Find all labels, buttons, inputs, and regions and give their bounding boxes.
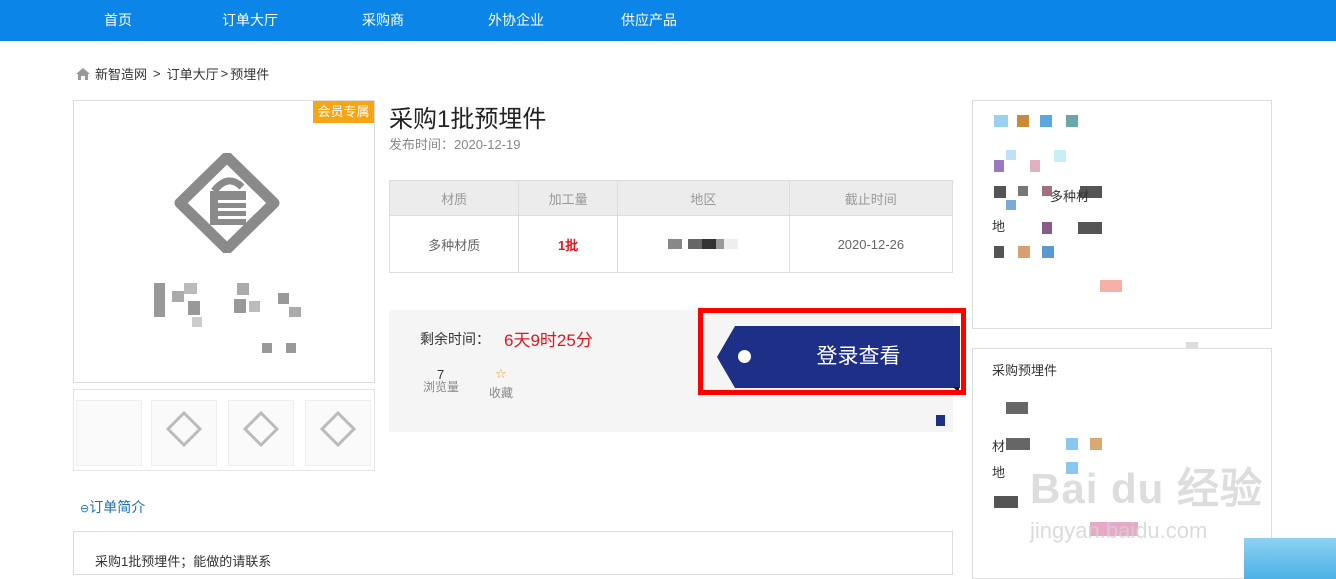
remaining-time: 6天9时25分 xyxy=(504,331,593,350)
cell-quantity: 1批 xyxy=(518,215,619,273)
publish-date-value: 2020-12-19 xyxy=(454,137,521,152)
baidu-watermark: Bai du 经验 xyxy=(1030,465,1264,512)
placeholder-logo-icon xyxy=(174,153,280,253)
remaining-label: 剩余时间： xyxy=(420,331,490,347)
breadcrumb: 新智造网 > 订单大厅 > 预埋件 xyxy=(75,64,269,83)
sidebar-material-fragment: 多种材 xyxy=(1050,189,1090,204)
placeholder-logo-icon xyxy=(242,410,280,448)
order-intro-title: 订单简介 xyxy=(89,499,146,515)
product-image: 会员专属 xyxy=(73,100,375,383)
header-deadline: 截止时间 xyxy=(788,180,954,216)
sidebar-card xyxy=(972,100,1272,329)
thumbnail[interactable] xyxy=(151,400,217,466)
nav-home[interactable]: 首页 xyxy=(104,0,132,41)
corner-decoration xyxy=(1244,538,1336,579)
star-icon[interactable]: ☆ xyxy=(495,366,507,382)
page-title: 采购1批预埋件 xyxy=(389,106,547,133)
cell-deadline: 2020-12-26 xyxy=(788,215,954,273)
nav-order-hall[interactable]: 订单大厅 xyxy=(222,0,278,41)
header-material: 材质 xyxy=(388,180,520,216)
table-header-row: 材质 加工量 地区 截止时间 xyxy=(388,180,954,216)
cell-material: 多种材质 xyxy=(388,215,520,273)
thumbnail[interactable] xyxy=(305,400,371,466)
placeholder-logo-icon xyxy=(319,410,357,448)
thumbnail[interactable] xyxy=(76,400,142,466)
related-region-fragment: 地 xyxy=(992,465,1006,480)
home-icon xyxy=(76,67,90,80)
nav-products[interactable]: 供应产品 xyxy=(621,0,677,41)
header-region: 地区 xyxy=(617,180,790,216)
baidu-watermark-url: jingyan.baidu.com xyxy=(1030,518,1208,543)
thumbnail[interactable] xyxy=(228,400,294,466)
breadcrumb-home[interactable]: 新智造网 xyxy=(95,64,147,83)
cell-region xyxy=(617,215,790,273)
chat-icon: ⊖ xyxy=(80,503,90,515)
breadcrumb-hall[interactable]: 订单大厅 xyxy=(167,64,219,83)
order-intro-heading: ⊖订单简介 xyxy=(80,497,145,517)
highlight-box xyxy=(698,308,966,395)
thumbnail-strip xyxy=(73,389,375,471)
order-info-table: 材质 加工量 地区 截止时间 多种材质 1批 2020-12-26 xyxy=(388,180,954,273)
nav-purchasers[interactable]: 采购商 xyxy=(362,0,404,41)
placeholder-logo-icon xyxy=(165,410,203,448)
related-section-title: 采购预埋件 xyxy=(992,363,1058,378)
publish-label: 发布时间： xyxy=(389,137,455,152)
order-intro-text: 采购1批预埋件；能做的请联系 xyxy=(95,554,272,569)
views-label: 浏览量 xyxy=(423,380,460,394)
decor-square xyxy=(936,415,945,426)
header-quantity: 加工量 xyxy=(518,180,619,216)
region-redacted xyxy=(668,238,739,249)
top-nav: 首页 订单大厅 采购商 外协企业 供应产品 xyxy=(0,0,1336,41)
table-row: 多种材质 1批 2020-12-26 xyxy=(388,215,954,273)
publish-date: 发布时间：2020-12-19 xyxy=(389,134,521,153)
member-badge: 会员专属 xyxy=(313,101,374,123)
breadcrumb-sep: > xyxy=(220,66,229,81)
nav-outsourcing[interactable]: 外协企业 xyxy=(488,0,544,41)
breadcrumb-current: 预埋件 xyxy=(230,67,270,82)
sidebar-region-fragment: 地 xyxy=(992,219,1006,234)
related-material-fragment: 材 xyxy=(992,439,1006,454)
breadcrumb-sep: > xyxy=(153,66,161,81)
favorite-button[interactable]: 收藏 xyxy=(489,384,513,401)
